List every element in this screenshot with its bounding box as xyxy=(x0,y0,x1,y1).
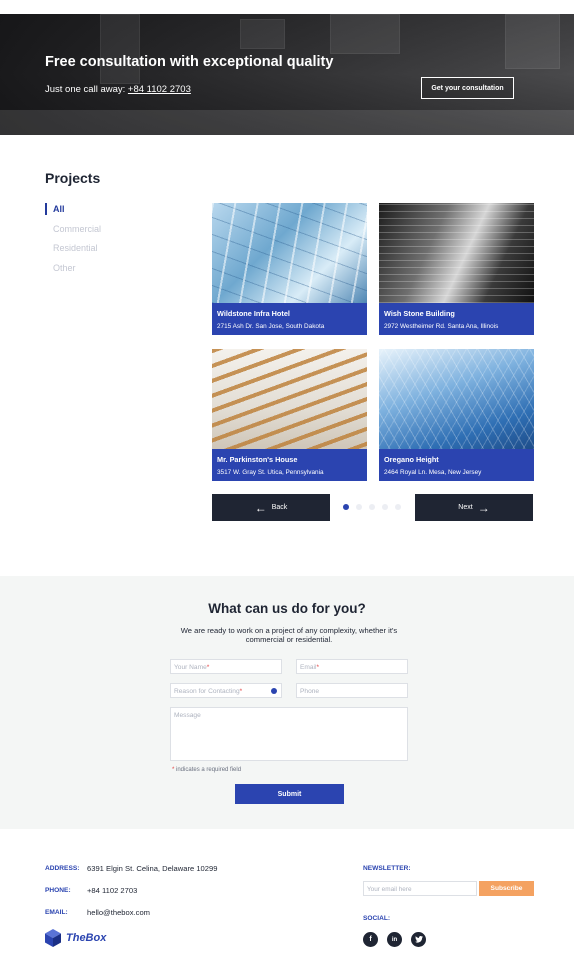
subscribe-button[interactable]: Subscribe xyxy=(479,881,534,896)
project-caption: Oregano Height 2464 Royal Ln. Mesa, New … xyxy=(379,449,534,481)
get-consultation-button[interactable]: Get your consultation xyxy=(421,77,514,99)
linkedin-icon[interactable]: in xyxy=(387,932,402,947)
hero-banner: Free consultation with exceptional quali… xyxy=(0,14,574,135)
next-button[interactable]: Next → xyxy=(415,494,533,521)
address-label: ADDRESS: xyxy=(45,865,80,872)
twitter-icon[interactable] xyxy=(411,932,426,947)
next-label: Next xyxy=(458,504,473,511)
project-caption: Mr. Parkinston's House 3517 W. Gray St. … xyxy=(212,449,367,481)
message-textarea[interactable]: Message xyxy=(170,707,408,761)
project-caption: Wish Stone Building 2972 Westheimer Rd. … xyxy=(379,303,534,335)
brand-name: TheBox xyxy=(66,932,107,944)
email-field[interactable]: Email* xyxy=(296,659,408,674)
name-placeholder: Your Name xyxy=(174,664,207,671)
pagination-dot[interactable] xyxy=(356,504,362,510)
reason-placeholder: Reason for Contacting xyxy=(174,688,240,695)
hero-background-microwave xyxy=(240,19,285,49)
project-card[interactable]: Wildstone Infra Hotel 2715 Ash Dr. San J… xyxy=(212,203,367,335)
newsletter-email-input[interactable]: Your email here xyxy=(363,881,477,896)
contact-subtitle: We are ready to work on a project of any… xyxy=(180,626,398,644)
arrow-left-icon: ← xyxy=(254,500,267,515)
project-card[interactable]: Oregano Height 2464 Royal Ln. Mesa, New … xyxy=(379,349,534,481)
projects-title: Projects xyxy=(45,170,101,186)
hero-background-cabinet xyxy=(330,14,400,54)
tower-image xyxy=(379,203,534,303)
select-indicator-icon xyxy=(271,688,277,694)
project-name: Oregano Height xyxy=(384,455,439,464)
name-field[interactable]: Your Name* xyxy=(170,659,282,674)
phone-value[interactable]: +84 1102 2703 xyxy=(87,886,137,895)
email-value[interactable]: hello@thebox.com xyxy=(87,908,150,917)
pagination-dots xyxy=(343,504,401,510)
required-mark: * xyxy=(239,688,243,695)
filter-commercial[interactable]: Commercial xyxy=(45,223,101,243)
filter-all[interactable]: All xyxy=(45,203,101,215)
project-card[interactable]: Wish Stone Building 2972 Westheimer Rd. … xyxy=(379,203,534,335)
contact-section: What can us do for you? We are ready to … xyxy=(0,576,574,829)
facebook-icon[interactable]: f xyxy=(363,932,378,947)
arrow-right-icon: → xyxy=(477,500,490,515)
staircase-image xyxy=(212,349,367,449)
hero-phone-link[interactable]: +84 1102 2703 xyxy=(128,84,191,95)
email-placeholder: Email xyxy=(300,664,317,671)
phone-field[interactable]: Phone xyxy=(296,683,408,698)
required-mark: * xyxy=(172,767,175,773)
project-name: Wish Stone Building xyxy=(384,309,455,318)
pagination-dot[interactable] xyxy=(369,504,375,510)
message-placeholder: Message xyxy=(174,712,201,719)
phone-label: PHONE: xyxy=(45,887,71,894)
hero-subtitle: Just one call away: +84 1102 2703 xyxy=(45,84,191,95)
reason-select[interactable]: Reason for Contacting* xyxy=(170,683,282,698)
newsletter-label: NEWSLETTER: xyxy=(363,865,411,872)
project-name: Wildstone Infra Hotel xyxy=(217,309,290,318)
filter-other[interactable]: Other xyxy=(45,262,101,282)
required-note: * indicates a required field xyxy=(172,767,241,773)
brand-logo[interactable]: TheBox xyxy=(45,929,106,947)
project-caption: Wildstone Infra Hotel 2715 Ash Dr. San J… xyxy=(212,303,367,335)
address-value: 6391 Elgin St. Celina, Delaware 10299 xyxy=(87,864,218,873)
hero-background-cabinet xyxy=(100,14,140,84)
back-button[interactable]: ← Back xyxy=(212,494,330,521)
back-label: Back xyxy=(271,504,288,511)
social-label: SOCIAL: xyxy=(363,915,391,922)
pagination-dot[interactable] xyxy=(343,504,349,510)
required-note-text: indicates a required field xyxy=(176,767,242,773)
newsletter-placeholder: Your email here xyxy=(367,886,412,893)
project-filters: All Commercial Residential Other xyxy=(45,203,101,281)
skyscraper-image xyxy=(379,349,534,449)
hero-title: Free consultation with exceptional quali… xyxy=(45,54,334,70)
project-name: Mr. Parkinston's House xyxy=(217,455,298,464)
contact-title: What can us do for you? xyxy=(208,601,366,616)
phone-placeholder: Phone xyxy=(300,688,320,695)
required-mark: * xyxy=(206,664,210,671)
hero-background-counter xyxy=(0,110,574,135)
glass-facade-image xyxy=(212,203,367,303)
email-label: EMAIL: xyxy=(45,909,68,916)
pagination-dot[interactable] xyxy=(382,504,388,510)
hero-background-artwork xyxy=(505,14,560,69)
project-address: 2715 Ash Dr. San Jose, South Dakota xyxy=(217,323,325,330)
project-address: 2464 Royal Ln. Mesa, New Jersey xyxy=(384,469,482,476)
twitter-bird-icon xyxy=(414,936,423,943)
box-logo-icon xyxy=(45,929,61,947)
project-address: 3517 W. Gray St. Utica, Pennsylvania xyxy=(217,469,324,476)
hero-subtitle-text: Just one call away: xyxy=(45,84,128,95)
required-mark: * xyxy=(316,664,320,671)
submit-button[interactable]: Submit xyxy=(235,784,344,804)
project-card[interactable]: Mr. Parkinston's House 3517 W. Gray St. … xyxy=(212,349,367,481)
filter-residential[interactable]: Residential xyxy=(45,242,101,262)
pagination-dot[interactable] xyxy=(395,504,401,510)
project-address: 2972 Westheimer Rd. Santa Ana, Illinois xyxy=(384,323,499,330)
